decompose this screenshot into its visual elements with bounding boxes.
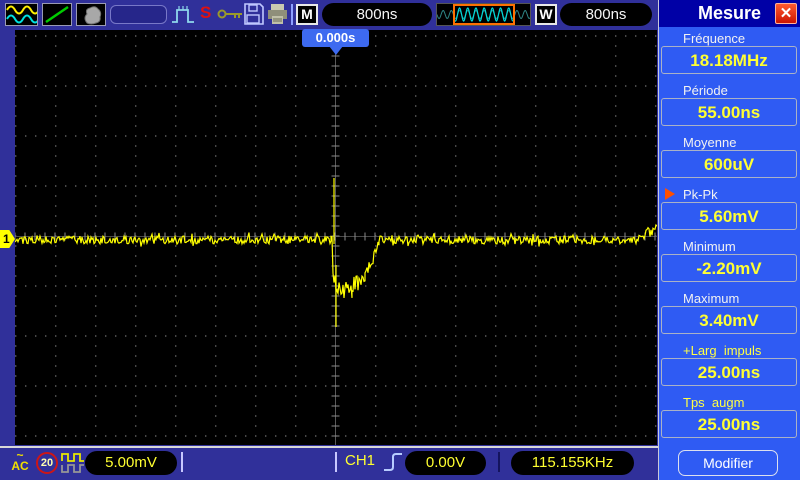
measurement-value: 25.00ns: [661, 410, 797, 438]
toolbar-separator: [291, 4, 293, 25]
measurement-label[interactable]: +Larg impuls: [659, 343, 800, 358]
measurement-label[interactable]: Pk-Pk: [659, 187, 800, 202]
trigger-frequency-value: 115.155KHz: [511, 451, 634, 475]
main-timebase-value: 800ns: [322, 3, 432, 26]
waveform-display: [15, 30, 657, 445]
print-icon[interactable]: [266, 3, 289, 30]
selected-arrow-icon: [665, 188, 675, 200]
modify-button[interactable]: Modifier: [678, 450, 778, 476]
trigger-position-tag[interactable]: 0.000s: [302, 29, 369, 47]
rising-edge-icon: [383, 449, 403, 480]
measure-panel: Mesure ✕ Fréquence18.18MHzPériode55.00ns…: [658, 0, 800, 480]
channels-icon[interactable]: [5, 3, 38, 26]
measurement-value: 55.00ns: [661, 98, 797, 126]
window-timebase-value: 800ns: [560, 3, 652, 26]
pulse-width-icon[interactable]: [171, 3, 197, 31]
channel1-marker[interactable]: 1: [0, 230, 15, 248]
oscilloscope-screen: S M 800ns W 800ns 0.000s 1: [0, 0, 800, 480]
measurement-label[interactable]: Minimum: [659, 239, 800, 254]
entry-field[interactable]: [110, 5, 167, 24]
measurement-label[interactable]: Fréquence: [659, 31, 800, 46]
measurement-value: -2.20mV: [661, 254, 797, 282]
s-indicator: S: [200, 3, 211, 23]
bottombar-separator: [335, 452, 337, 472]
bottombar-separator: [181, 452, 183, 472]
bezel-divider: [0, 446, 658, 448]
measurement-value: 18.18MHz: [661, 46, 797, 74]
measurement-label[interactable]: Maximum: [659, 291, 800, 306]
save-icon[interactable]: [243, 3, 264, 30]
window-timebase-label: W: [535, 4, 557, 25]
vector-line-icon[interactable]: [42, 3, 72, 26]
ac-coupling-icon: ~AC: [7, 450, 33, 472]
invert-icon: [61, 450, 85, 480]
trigger-source-label: CH1: [345, 452, 375, 469]
waveform-preview[interactable]: [436, 3, 531, 26]
hand-icon[interactable]: [76, 3, 106, 26]
key-icon: [217, 4, 244, 29]
close-icon[interactable]: ✕: [775, 3, 797, 24]
volts-per-div-value: 5.00mV: [85, 451, 177, 475]
bottombar-separator: [498, 452, 500, 472]
measurement-value: 3.40mV: [661, 306, 797, 334]
bandwidth-limit-badge: 20: [36, 452, 58, 474]
trigger-level-value: 0.00V: [405, 451, 486, 475]
measurement-label[interactable]: Tps augm: [659, 395, 800, 410]
measurement-value: 25.00ns: [661, 358, 797, 386]
main-timebase-label: M: [296, 4, 318, 25]
measurement-value: 600uV: [661, 150, 797, 178]
measurement-value: 5.60mV: [661, 202, 797, 230]
trigger-position-pointer: [329, 46, 343, 55]
measurement-label[interactable]: Moyenne: [659, 135, 800, 150]
measurement-label[interactable]: Période: [659, 83, 800, 98]
